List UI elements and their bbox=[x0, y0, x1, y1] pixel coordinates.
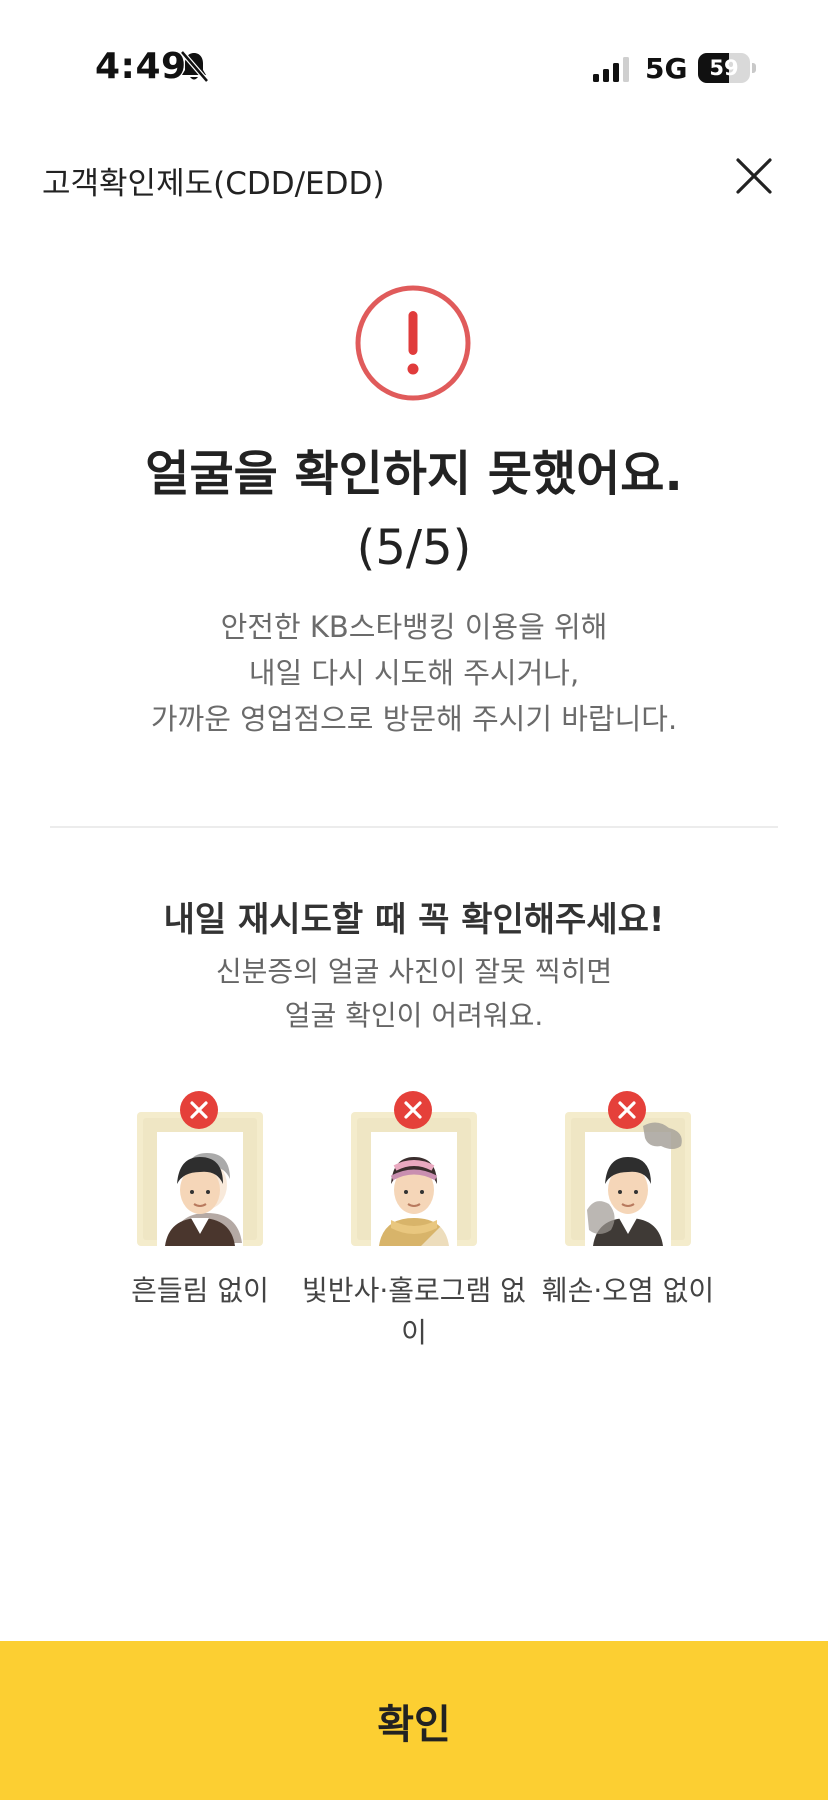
close-button[interactable] bbox=[728, 150, 780, 202]
tip-card-no-damage: 훼손·오염 없이 bbox=[523, 1090, 733, 1350]
blurry-photo-icon bbox=[137, 1112, 263, 1246]
divider bbox=[50, 826, 778, 828]
description-line: 안전한 KB스타뱅킹 이용을 위해 bbox=[220, 610, 608, 644]
status-bar: 4:49 5G 59 bbox=[0, 0, 828, 130]
tip-card-no-glare: 빛반사·홀로그램 없이 bbox=[302, 1090, 526, 1350]
close-icon bbox=[736, 158, 772, 194]
tips-title: 내일 재시도할 때 꼭 확인해주세요! bbox=[163, 900, 665, 940]
tip-label: 흔들림 없이 bbox=[131, 1274, 269, 1307]
description-line: 가까운 영업점으로 방문해 주시기 바랍니다. bbox=[150, 702, 678, 736]
exclamation-circle-icon bbox=[355, 285, 471, 401]
tip-card-no-blur: 흔들림 없이 bbox=[95, 1090, 305, 1350]
error-description: 안전한 KB스타뱅킹 이용을 위해 내일 다시 시도해 주시거나, 가까운 영업… bbox=[0, 604, 828, 742]
confirm-button[interactable]: 확인 bbox=[0, 1641, 828, 1800]
network-label: 5G bbox=[645, 52, 688, 85]
x-badge-icon bbox=[394, 1091, 432, 1129]
tip-label: 훼손·오염 없이 bbox=[541, 1274, 715, 1307]
description-line: 내일 다시 시도해 주시거나, bbox=[248, 656, 580, 690]
tips-description: 신분증의 얼굴 사진이 잘못 찍히면 얼굴 확인이 어려워요. bbox=[0, 950, 828, 1038]
tips-description-line: 신분증의 얼굴 사진이 잘못 찍히면 bbox=[215, 955, 613, 988]
error-title: 얼굴을 확인하지 못했어요. bbox=[145, 446, 683, 502]
attempt-count: (5/5) bbox=[356, 520, 472, 576]
page-title: 고객확인제도(CDD/EDD) bbox=[42, 166, 385, 202]
x-badge-icon bbox=[608, 1091, 646, 1129]
screen: 4:49 5G 59 고객확인제도(CDD/EDD) 얼굴을 확인하지 못했어요… bbox=[0, 0, 828, 1800]
bell-slash-icon bbox=[180, 50, 209, 83]
battery-level: 59 bbox=[709, 56, 739, 80]
glare-photo-icon bbox=[351, 1112, 477, 1246]
damaged-photo-icon bbox=[565, 1112, 691, 1246]
tip-label: 빛반사·홀로그램 없이 bbox=[302, 1274, 526, 1349]
status-time: 4:49 bbox=[95, 46, 187, 87]
battery-indicator: 59 bbox=[698, 53, 756, 83]
header: 고객확인제도(CDD/EDD) bbox=[0, 140, 828, 220]
x-badge-icon bbox=[180, 1091, 218, 1129]
tips-description-line: 얼굴 확인이 어려워요. bbox=[284, 999, 544, 1032]
signal-icon bbox=[593, 57, 629, 82]
